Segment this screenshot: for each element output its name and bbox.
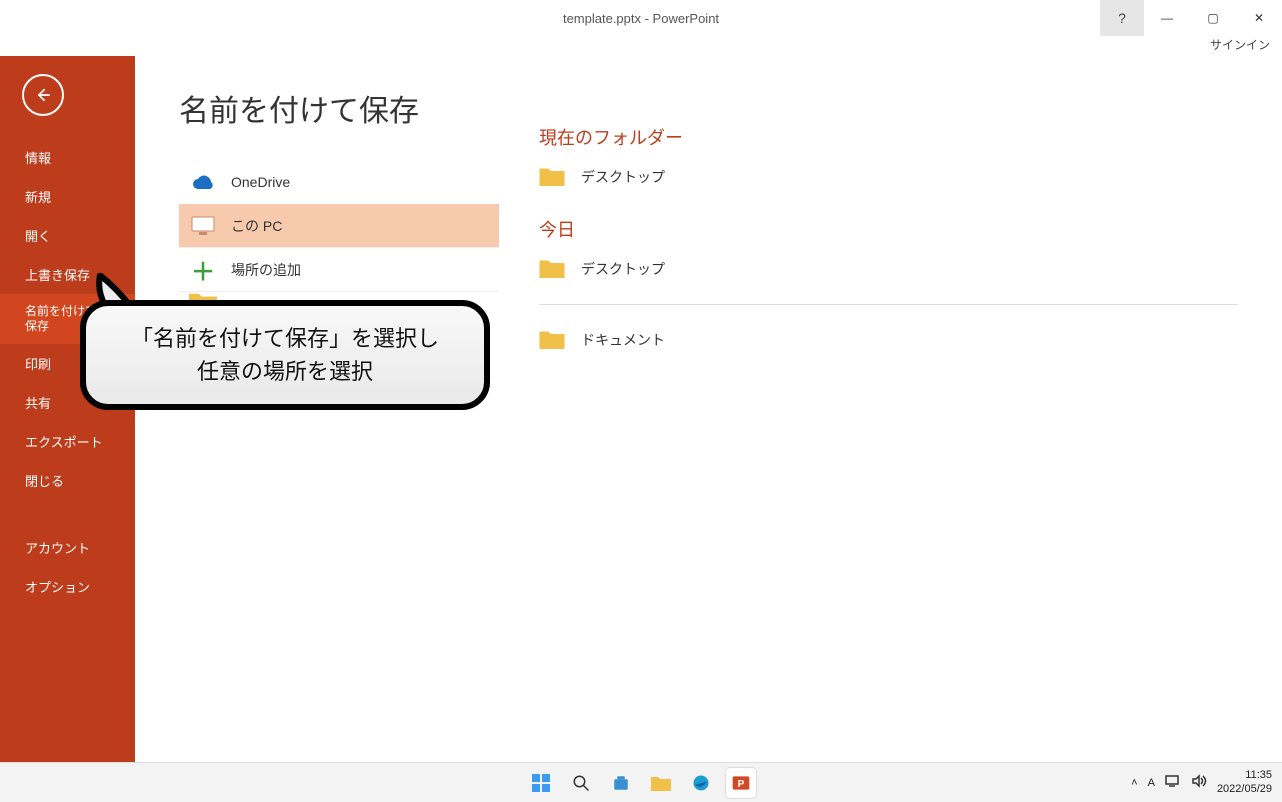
store-icon[interactable] [606, 768, 636, 798]
folder-row[interactable]: デスクトップ [539, 160, 1238, 194]
titlebar: template.pptx - PowerPoint ? ― ▢ ✕ [0, 0, 1282, 36]
folder-icon [539, 166, 567, 188]
tray-network-icon[interactable] [1165, 774, 1181, 791]
search-icon[interactable] [566, 768, 596, 798]
callout-line1: 「名前を付けて保存」を選択し [108, 322, 462, 355]
pc-icon [189, 215, 217, 237]
sidebar-bottom-1[interactable]: オプション [0, 567, 135, 606]
signin-link[interactable]: サインイン [1210, 36, 1270, 56]
plus-icon: ＋ [189, 259, 217, 281]
cloud-icon [189, 171, 217, 193]
back-button[interactable] [22, 74, 64, 116]
signin-row: サインイン [0, 36, 1282, 56]
tray-volume-icon[interactable] [1191, 774, 1207, 791]
sidebar-item-7[interactable]: エクスポート [0, 422, 135, 461]
minimize-button[interactable]: ― [1144, 0, 1190, 36]
taskbar: P ˄ A 11:35 2022/05/29 [0, 762, 1282, 802]
page-title: 名前を付けて保存 [179, 86, 499, 130]
folder-icon [539, 329, 567, 351]
sidebar-item-2[interactable]: 開く [0, 216, 135, 255]
explorer-icon[interactable] [646, 768, 676, 798]
sidebar-item-1[interactable]: 新規 [0, 177, 135, 216]
folder-row[interactable]: デスクトップ [539, 252, 1238, 286]
window-title: template.pptx - PowerPoint [563, 11, 719, 26]
powerpoint-icon[interactable]: P [726, 768, 756, 798]
sidebar-item-8[interactable]: 閉じる [0, 461, 135, 500]
divider [539, 304, 1238, 305]
group-title-0: 現在のフォルダー [539, 124, 1238, 150]
folder-row[interactable]: ドキュメント [539, 323, 1238, 357]
location-pc[interactable]: この PC [179, 204, 499, 248]
folder-icon [539, 258, 567, 280]
group-title-1: 今日 [539, 216, 1238, 242]
sidebar-bottom-0[interactable]: アカウント [0, 528, 135, 567]
start-button[interactable] [526, 768, 556, 798]
location-cloud[interactable]: OneDrive [179, 160, 499, 204]
close-button[interactable]: ✕ [1236, 0, 1282, 36]
tray-ime-icon[interactable]: A [1148, 777, 1155, 789]
sidebar-item-0[interactable]: 情報 [0, 138, 135, 177]
tray-clock[interactable]: 11:35 2022/05/29 [1217, 769, 1272, 795]
tray-chevron-icon[interactable]: ˄ [1131, 777, 1137, 789]
maximize-button[interactable]: ▢ [1190, 0, 1236, 36]
edge-icon[interactable] [686, 768, 716, 798]
location-plus[interactable]: ＋場所の追加 [179, 248, 499, 292]
callout-line2: 任意の場所を選択 [108, 355, 462, 388]
svg-text:P: P [738, 779, 745, 790]
help-button[interactable]: ? [1100, 0, 1144, 36]
callout: 「名前を付けて保存」を選択し 任意の場所を選択 [80, 300, 490, 410]
